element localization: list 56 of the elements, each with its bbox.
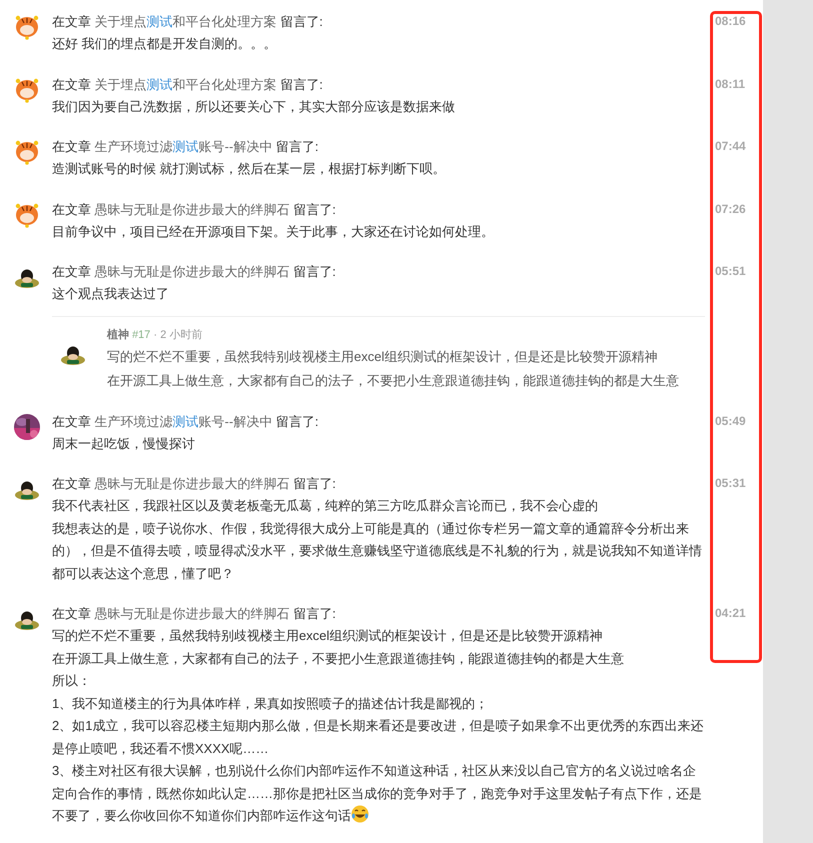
- notice-time: 05:51: [715, 264, 746, 278]
- notice-suffix: 留言了:: [293, 476, 336, 491]
- comment-text: 所以：: [52, 672, 92, 690]
- notice-prefix: 在文章: [52, 14, 91, 29]
- notice-prefix: 在文章: [52, 606, 91, 621]
- article-link[interactable]: 关于埋点测试和平台化处理方案: [94, 14, 277, 29]
- notice-time: 05:31: [715, 476, 746, 490]
- notice-suffix: 留言了:: [293, 264, 336, 279]
- tiger-avatar-icon: [14, 139, 40, 165]
- notice-suffix: 留言了:: [276, 139, 319, 154]
- article-link[interactable]: 生产环境过滤测试账号--解决中: [94, 139, 272, 154]
- article-link[interactable]: 关于埋点测试和平台化处理方案: [94, 76, 277, 92]
- notice-time: 07:44: [715, 139, 746, 153]
- notice-suffix: 留言了:: [293, 202, 336, 216]
- notice-time: 08:11: [715, 76, 746, 90]
- notice-prefix: 在文章: [52, 414, 91, 428]
- notice-prefix: 在文章: [52, 264, 91, 279]
- comment-text: 1、我不知道楼主的行为具体咋样，果真如按照喷子的描述估计我是鄙视的；: [52, 694, 490, 712]
- notice-prefix: 在文章: [52, 76, 91, 92]
- notice-prefix: 在文章: [52, 202, 91, 216]
- quote-text: 写的烂不烂不重要，虽然我特别歧视楼主用excel组织测试的框架设计，但是还是比较赞开源精神: [107, 348, 658, 366]
- article-link[interactable]: 愚昧与无耻是你进步最大的绊脚石: [94, 476, 290, 491]
- comment-text: 造测试账号的时候 就打测试标，然后在某一层，根据打标判断下呗。: [52, 160, 447, 178]
- comment-text: 我不代表社区，我跟社区以及黄老板毫无瓜葛，纯粹的第三方吃瓜群众言论而已，我不会心虚的: [52, 497, 599, 515]
- floor-number: #17: [132, 328, 150, 340]
- comment-text: 3、楼主对社区有很大误解，也别说什么你们内部咋运作不知道这种话，社区从来没以自己官方的名义说过啥名企定向合作的事情，既然你如此认定……那你是把社区当成你的竞争对手了，跑竞争对手这里发帖子有点下作，还是不要了，要么你收回你不知道你们内部咋运作这句话: [52, 762, 703, 825]
- notice-time: 07:26: [715, 202, 746, 216]
- article-link[interactable]: 愚昧与无耻是你进步最大的绊脚石: [94, 202, 290, 216]
- article-link[interactable]: 生产环境过滤测试账号--解决中: [94, 414, 272, 428]
- notice-suffix: 留言了:: [293, 606, 336, 621]
- tiger-avatar-icon: [14, 76, 40, 102]
- notice-time: 04:21: [715, 606, 746, 620]
- quote-text: 在开源工具上做生意，大家都有自己的法子，不要把小生意跟道德挂钩，能跟道德挂钩的都是大生意: [107, 372, 680, 390]
- comment-text: 周末一起吃饭，慢慢探讨: [52, 434, 196, 452]
- notice-time: 05:49: [715, 414, 746, 428]
- notice-suffix: 留言了:: [280, 76, 323, 92]
- notice-suffix: 留言了:: [280, 14, 323, 29]
- tiger-avatar-icon: [14, 14, 40, 40]
- tiger-avatar-icon: [14, 202, 40, 228]
- comment-text: 写的烂不烂不重要，虽然我特别歧视楼主用excel组织测试的框架设计，但是还是比较赞开源精神: [52, 627, 604, 645]
- comment-text: 我想表达的是，喷子说你水、作假，我觉得很大成分上可能是真的（通过你专栏另一篇文章的通篇辞令分析出来的），但是不值得去喷，喷显得忒没水平，要求做生意赚钱坚守道德底线是不礼貌的行为，就是说我知不知道详情都可以表达这个意思，懂了吧？: [52, 520, 703, 582]
- notice-suffix: 留言了:: [276, 414, 319, 428]
- comment-text: 还好 我们的埋点都是开发自测的。。。: [52, 35, 278, 53]
- comment-text: 目前争议中，项目已经在开源项目下架。关于此事，大家还在讨论如何处理。: [52, 222, 495, 240]
- comment-text: 我们因为要自己洗数据，所以还要关心下，其实大部分应该是数据来做: [52, 98, 456, 116]
- comment-text: 这个观点我表达过了: [52, 285, 170, 303]
- quote-time: · 2 小时前: [153, 328, 202, 340]
- comment-text: 2、如1成立，我可以容忍楼主短期内那么做，但是长期来看还是要改进，但是喷子如果拿不出更优秀的东西出来还是停止喷吧，我还看不惯XXXX呢……: [52, 717, 704, 758]
- quote-author[interactable]: 植神: [107, 328, 129, 340]
- notice-prefix: 在文章: [52, 476, 91, 491]
- article-link[interactable]: 愚昧与无耻是你进步最大的绊脚石: [94, 606, 290, 621]
- article-link[interactable]: 愚昧与无耻是你进步最大的绊脚石: [94, 264, 290, 279]
- notice-prefix: 在文章: [52, 139, 91, 154]
- comment-text: 在开源工具上做生意，大家都有自己的法子，不要把小生意跟道德挂钩，能跟道德挂钩的都是大生意: [52, 650, 625, 668]
- notice-time: 08:16: [715, 14, 746, 28]
- laughing-emoji-icon: [351, 805, 369, 823]
